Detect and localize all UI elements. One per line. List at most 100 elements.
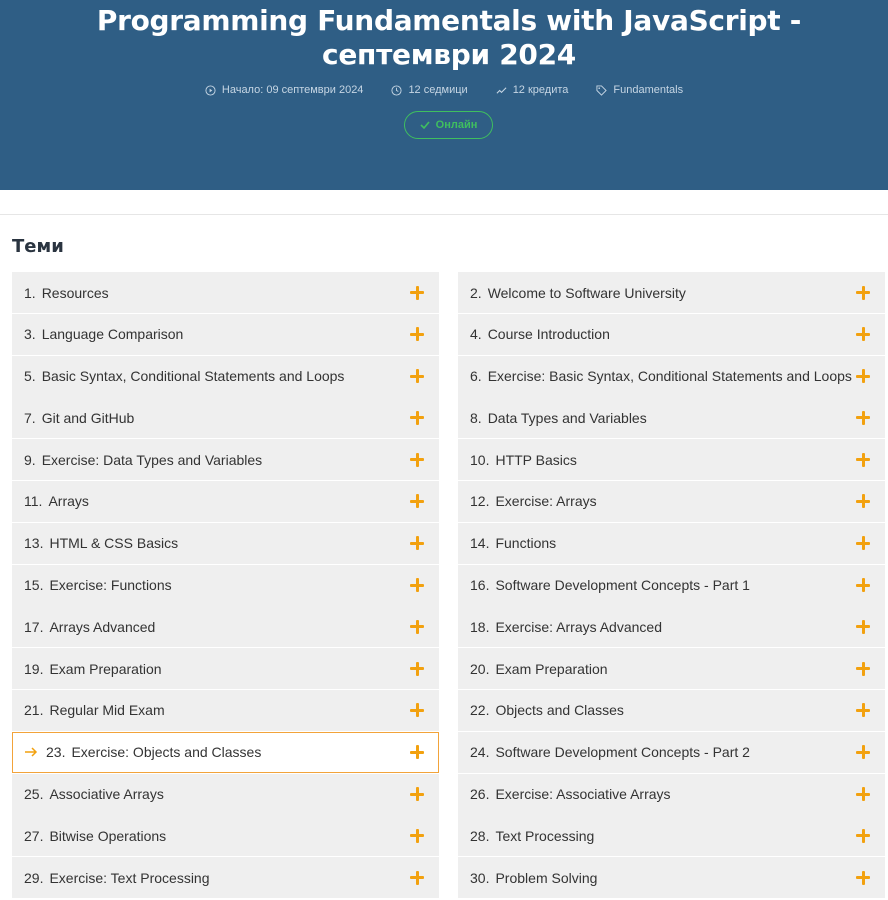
topic-row[interactable]: 9. Exercise: Data Types and Variables	[12, 439, 439, 481]
plus-icon[interactable]	[856, 619, 870, 634]
plus-icon[interactable]	[410, 452, 424, 467]
plus-icon[interactable]	[856, 536, 870, 551]
meta-category-text: Fundamentals	[613, 84, 684, 96]
topic-row[interactable]: 29. Exercise: Text Processing	[12, 857, 439, 899]
topic-row[interactable]: 16. Software Development Concepts - Part …	[458, 564, 885, 606]
meta-credits: 12 кредита	[496, 84, 568, 96]
meta-category[interactable]: Fundamentals	[596, 84, 683, 96]
topic-label: Data Types and Variables	[487, 409, 647, 426]
topic-row[interactable]: 5. Basic Syntax, Conditional Statements a…	[12, 355, 439, 397]
plus-icon[interactable]	[856, 369, 870, 384]
topic-number: 5.	[24, 368, 36, 385]
topic-number: 19.	[24, 660, 44, 677]
course-meta: Начало: 09 септември 2024 12 седмици 12 …	[0, 84, 888, 96]
topic-row[interactable]: 27. Bitwise Operations	[12, 815, 439, 857]
plus-icon[interactable]	[856, 828, 870, 843]
topic-row[interactable]: 13. HTML & CSS Basics	[12, 522, 439, 564]
topic-number: 9.	[24, 451, 36, 468]
topic-row[interactable]: 17. Arrays Advanced	[12, 606, 439, 648]
topic-row[interactable]: 2. Welcome to Software University	[458, 272, 885, 313]
topic-label: Exam Preparation	[495, 660, 608, 677]
topic-label: Git and GitHub	[41, 409, 135, 426]
topic-number: 12.	[470, 493, 490, 510]
topic-row[interactable]: 12. Exercise: Arrays	[458, 480, 885, 522]
plus-icon[interactable]	[856, 703, 870, 718]
plus-icon[interactable]	[410, 536, 424, 551]
topic-row[interactable]: 1. Resources	[12, 272, 439, 313]
plus-icon[interactable]	[410, 285, 424, 300]
topic-label: Welcome to Software University	[487, 284, 686, 301]
plus-icon[interactable]	[856, 285, 870, 300]
meta-duration-text: 12 седмици	[408, 84, 468, 96]
topic-number: 8.	[470, 409, 482, 426]
meta-start-text: Начало: 09 септември 2024	[221, 84, 364, 96]
topic-label: Exercise: Functions	[49, 577, 172, 594]
topic-number: 26.	[470, 786, 490, 803]
topic-row[interactable]: 19. Exam Preparation	[12, 648, 439, 690]
topic-label: Software Development Concepts - Part 1	[495, 577, 750, 594]
topic-row[interactable]: 3. Language Comparison	[12, 313, 439, 355]
topics-column-right: 2. Welcome to Software University 4. Course…	[458, 272, 885, 899]
plus-icon[interactable]	[856, 661, 870, 676]
topic-row[interactable]: 28. Text Processing	[458, 815, 885, 857]
topic-row[interactable]: 6. Exercise: Basic Syntax, Conditional St…	[458, 355, 885, 397]
topic-row[interactable]: 18. Exercise: Arrays Advanced	[458, 606, 885, 648]
topic-number: 16.	[470, 577, 490, 594]
topic-number: 20.	[470, 660, 490, 677]
topic-number: 13.	[24, 535, 44, 552]
topic-row[interactable]: 23. Exercise: Objects and Classes	[12, 731, 439, 773]
plus-icon[interactable]	[410, 410, 424, 425]
topic-number: 15.	[24, 577, 44, 594]
plus-icon[interactable]	[410, 703, 424, 718]
plus-icon[interactable]	[410, 661, 424, 676]
topic-row[interactable]: 8. Data Types and Variables	[458, 397, 885, 439]
topic-row[interactable]: 22. Objects and Classes	[458, 689, 885, 731]
plus-icon[interactable]	[410, 494, 424, 509]
topic-row[interactable]: 25. Associative Arrays	[12, 773, 439, 815]
topic-row[interactable]: 30. Problem Solving	[458, 857, 885, 899]
meta-start: Начало: 09 септември 2024	[205, 84, 364, 96]
plus-icon[interactable]	[410, 787, 424, 802]
plus-icon[interactable]	[410, 369, 424, 384]
plus-icon[interactable]	[410, 578, 424, 593]
topic-number: 11.	[24, 493, 43, 510]
topic-row[interactable]: 15. Exercise: Functions	[12, 564, 439, 606]
topic-number: 21.	[24, 702, 44, 719]
plus-icon[interactable]	[410, 327, 424, 342]
plus-icon[interactable]	[410, 745, 424, 760]
topic-number: 4.	[470, 326, 482, 343]
plus-icon[interactable]	[856, 787, 870, 802]
plus-icon[interactable]	[856, 494, 870, 509]
topic-row[interactable]: 21. Regular Mid Exam	[12, 689, 439, 731]
plus-icon[interactable]	[856, 410, 870, 425]
plus-icon[interactable]	[856, 745, 870, 760]
topic-number: 1.	[24, 284, 36, 301]
topic-row[interactable]: 26. Exercise: Associative Arrays	[458, 773, 885, 815]
plus-icon[interactable]	[410, 619, 424, 634]
check-icon	[420, 121, 430, 130]
topic-label: Functions	[495, 535, 557, 552]
meta-duration: 12 седмици	[391, 84, 468, 96]
topics-column-left: 1. Resources 3. Language Comparison 5. Basic …	[12, 272, 439, 899]
topic-row[interactable]: 4. Course Introduction	[458, 313, 885, 355]
plus-icon[interactable]	[856, 327, 870, 342]
topic-number: 27.	[24, 827, 44, 844]
topic-number: 22.	[470, 702, 490, 719]
plus-icon[interactable]	[856, 578, 870, 593]
topic-row[interactable]: 14. Functions	[458, 522, 885, 564]
topic-row[interactable]: 24. Software Development Concepts - Part …	[458, 731, 885, 773]
topic-row[interactable]: 10. HTTP Basics	[458, 439, 885, 481]
plus-icon[interactable]	[856, 452, 870, 467]
plus-icon[interactable]	[856, 870, 870, 885]
plus-icon[interactable]	[410, 870, 424, 885]
topic-row[interactable]: 20. Exam Preparation	[458, 648, 885, 690]
topic-label: Exercise: Text Processing	[49, 869, 210, 886]
tag-icon	[596, 84, 608, 96]
topic-number: 28.	[470, 827, 490, 844]
topic-row[interactable]: 7. Git and GitHub	[12, 397, 439, 439]
plus-icon[interactable]	[410, 828, 424, 843]
topic-number: 7.	[24, 409, 36, 426]
online-badge: Онлайн	[404, 111, 493, 139]
topic-row[interactable]: 11. Arrays	[12, 480, 439, 522]
topic-label: Language Comparison	[41, 326, 184, 343]
